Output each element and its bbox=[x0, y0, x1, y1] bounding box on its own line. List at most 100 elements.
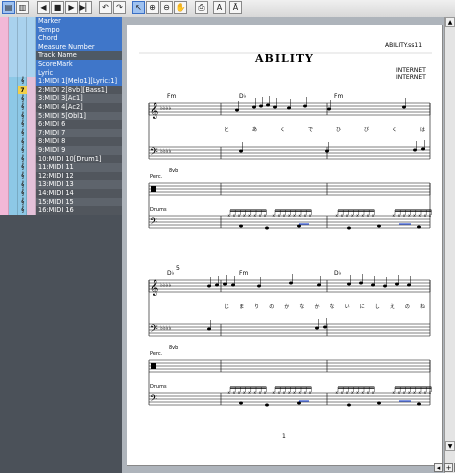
meta-track-row[interactable]: Marker bbox=[0, 17, 122, 26]
scroll-up-icon[interactable]: ▲ bbox=[445, 17, 455, 27]
midi-track-row[interactable]: 𝄞 6:MIDI 6 bbox=[0, 120, 122, 129]
print-icon: ⎙ bbox=[198, 2, 205, 12]
select-tool-button[interactable]: ↖ bbox=[132, 1, 145, 14]
score-credit-composer: INTERNET bbox=[396, 74, 426, 81]
midi-track-row[interactable]: 𝄞 8:MIDI 8 bbox=[0, 137, 122, 146]
midi-track-label: 12:MIDI 12 bbox=[36, 171, 122, 181]
midi-track-label: 16:MIDI 16 bbox=[36, 206, 122, 215]
clef-icon: 𝄞 bbox=[20, 206, 25, 214]
stop-button[interactable]: ■ bbox=[51, 1, 64, 14]
drum-note bbox=[296, 224, 302, 228]
perc-staff bbox=[149, 182, 430, 196]
bass-clef-icon: 𝄢 bbox=[150, 146, 158, 160]
arrow-cursor-icon: ↖ bbox=[135, 2, 142, 12]
score-view[interactable]: ABILITY.ss11 ABILITY INTERNET INTERNET 𝄞… bbox=[122, 17, 455, 473]
midi-track-row[interactable]: 𝄞 5:MIDI 5[Obl1] bbox=[0, 111, 122, 121]
clef-icon: 𝄞 bbox=[20, 163, 25, 171]
midi-track-row[interactable]: 𝄞 16:MIDI 16 bbox=[0, 206, 122, 215]
text-style-button[interactable]: Ā bbox=[229, 1, 242, 14]
track-list-panel: Marker Tempo Chord Measure Number Track Name… bbox=[0, 17, 122, 473]
midi-track-row[interactable]: 𝄞 10:MIDI 10[Drum1] bbox=[0, 154, 122, 164]
melody-note bbox=[326, 100, 332, 111]
redo-button[interactable]: ↷ bbox=[113, 1, 126, 14]
meta-track-row[interactable]: ScoreMark bbox=[0, 60, 122, 69]
midi-track-row[interactable]: 𝄞 9:MIDI 9 bbox=[0, 146, 122, 155]
meta-track-label: Chord bbox=[36, 34, 122, 43]
vertical-scrollbar[interactable]: ▲ ▼ bbox=[444, 17, 455, 473]
meta-track-row[interactable]: Measure Number bbox=[0, 42, 122, 52]
lyric-syllable: で bbox=[308, 127, 313, 133]
score-credit-lyricist: INTERNET bbox=[396, 67, 426, 74]
melody-note bbox=[206, 277, 212, 288]
meta-track-row[interactable]: Tempo bbox=[0, 25, 122, 35]
lyric-syllable: り bbox=[254, 304, 259, 310]
melody-note bbox=[265, 96, 271, 107]
drum-beam-group: xxxxxxxx bbox=[273, 209, 312, 218]
forward-end-button[interactable]: ▶▏ bbox=[79, 1, 92, 14]
zoom-plus-button[interactable]: + bbox=[444, 463, 453, 472]
view-mode-button[interactable]: ▥ bbox=[16, 1, 29, 14]
zoom-out-button[interactable]: ⊖ bbox=[160, 1, 173, 14]
meta-track-row[interactable]: Chord bbox=[0, 34, 122, 43]
view-page-button[interactable]: ▤ bbox=[2, 1, 15, 14]
midi-track-row[interactable]: 𝄞 3:MIDI 3[Ac1] bbox=[0, 94, 122, 103]
meta-track-row[interactable]: Track Name bbox=[0, 51, 122, 60]
midi-track-row[interactable]: 𝄞 11:MIDI 11 bbox=[0, 163, 122, 172]
lyric-syllable: の bbox=[269, 304, 274, 310]
main-toolbar: ▤ ▥ ◀ ■ ▶ ▶▏ ↶ ↷ ↖ ⊕ ⊖ ✋ ⎙ A Ā bbox=[0, 0, 455, 18]
midi-track-row[interactable]: 𝄞 15:MIDI 15 bbox=[0, 197, 122, 207]
lyric-syllable: び bbox=[364, 126, 369, 133]
text-tool-button[interactable]: A bbox=[213, 1, 226, 14]
midi-track-label: 9:MIDI 9 bbox=[36, 146, 122, 155]
zoom-reset-button[interactable]: ◂ bbox=[434, 463, 443, 472]
midi-track-row[interactable]: 𝄞 7:MIDI 7 bbox=[0, 128, 122, 138]
play-icon: ▶ bbox=[68, 2, 75, 12]
midi-track-label: 13:MIDI 13 bbox=[36, 180, 122, 189]
midi-track-label: 11:MIDI 11 bbox=[36, 163, 122, 172]
undo-icon: ↶ bbox=[102, 2, 109, 12]
midi-track-row[interactable]: 7 2:MIDI 2[8vb][Bass1] bbox=[0, 85, 122, 95]
rewind-button[interactable]: ◀ bbox=[37, 1, 50, 14]
bass-clef-icon: 𝄢 bbox=[150, 216, 157, 229]
treble-clef-icon: 𝄞 bbox=[150, 103, 158, 119]
stop-icon: ■ bbox=[53, 2, 62, 12]
midi-track-row[interactable]: 𝄞 14:MIDI 14 bbox=[0, 189, 122, 198]
meta-track-label: Tempo bbox=[36, 25, 122, 35]
midi-track-row[interactable]: 𝄞 4:MIDI 4[Ac2] bbox=[0, 103, 122, 112]
track-solo-badge[interactable]: 7 bbox=[18, 85, 27, 95]
melody-note bbox=[358, 274, 364, 285]
midi-track-row[interactable]: 𝄞 12:MIDI 12 bbox=[0, 171, 122, 181]
midi-track-row[interactable]: 𝄞 1:MIDI 1[Melo1][Lyric:1] bbox=[0, 77, 122, 86]
midi-track-label: 1:MIDI 1[Melo1][Lyric:1] bbox=[36, 77, 122, 86]
melody-note bbox=[230, 276, 236, 287]
text-style-icon: Ā bbox=[232, 2, 239, 12]
drum-beam-group: xxxxxxxx bbox=[393, 386, 432, 395]
lyric-syllable: と bbox=[224, 127, 229, 133]
drum-note bbox=[238, 224, 244, 228]
midi-track-label: 6:MIDI 6 bbox=[36, 120, 122, 129]
chord-symbol: D♭ bbox=[239, 93, 247, 100]
drum-beam-group: xxxxxxxx bbox=[228, 386, 267, 395]
print-button[interactable]: ⎙ bbox=[195, 1, 208, 14]
chord-symbol: D♭ bbox=[167, 270, 175, 277]
midi-track-row[interactable]: 𝄞 13:MIDI 13 bbox=[0, 180, 122, 189]
lyric-syllable: ひ bbox=[336, 127, 341, 133]
score-page: ABILITY.ss11 ABILITY INTERNET INTERNET 𝄞… bbox=[127, 25, 443, 466]
bass-note bbox=[412, 141, 418, 152]
hand-tool-button[interactable]: ✋ bbox=[174, 1, 187, 14]
zoom-in-button[interactable]: ⊕ bbox=[146, 1, 159, 14]
ottava-mark: 8vb bbox=[169, 345, 178, 351]
ottava-mark: 8vb bbox=[169, 168, 178, 174]
bass-note bbox=[322, 318, 328, 329]
redo-icon: ↷ bbox=[116, 2, 123, 12]
lyric-syllable: く bbox=[280, 127, 285, 133]
lyric-syllable: か bbox=[314, 303, 319, 310]
bass-staff bbox=[149, 146, 430, 160]
play-button[interactable]: ▶ bbox=[65, 1, 78, 14]
midi-track-label: 3:MIDI 3[Ac1] bbox=[36, 94, 122, 103]
undo-button[interactable]: ↶ bbox=[99, 1, 112, 14]
scroll-down-icon[interactable]: ▼ bbox=[445, 441, 455, 451]
drum-beam-group: xxxxxxxx bbox=[336, 209, 375, 218]
meta-track-label: Measure Number bbox=[36, 42, 122, 52]
meta-track-row[interactable]: Lyric bbox=[0, 68, 122, 78]
